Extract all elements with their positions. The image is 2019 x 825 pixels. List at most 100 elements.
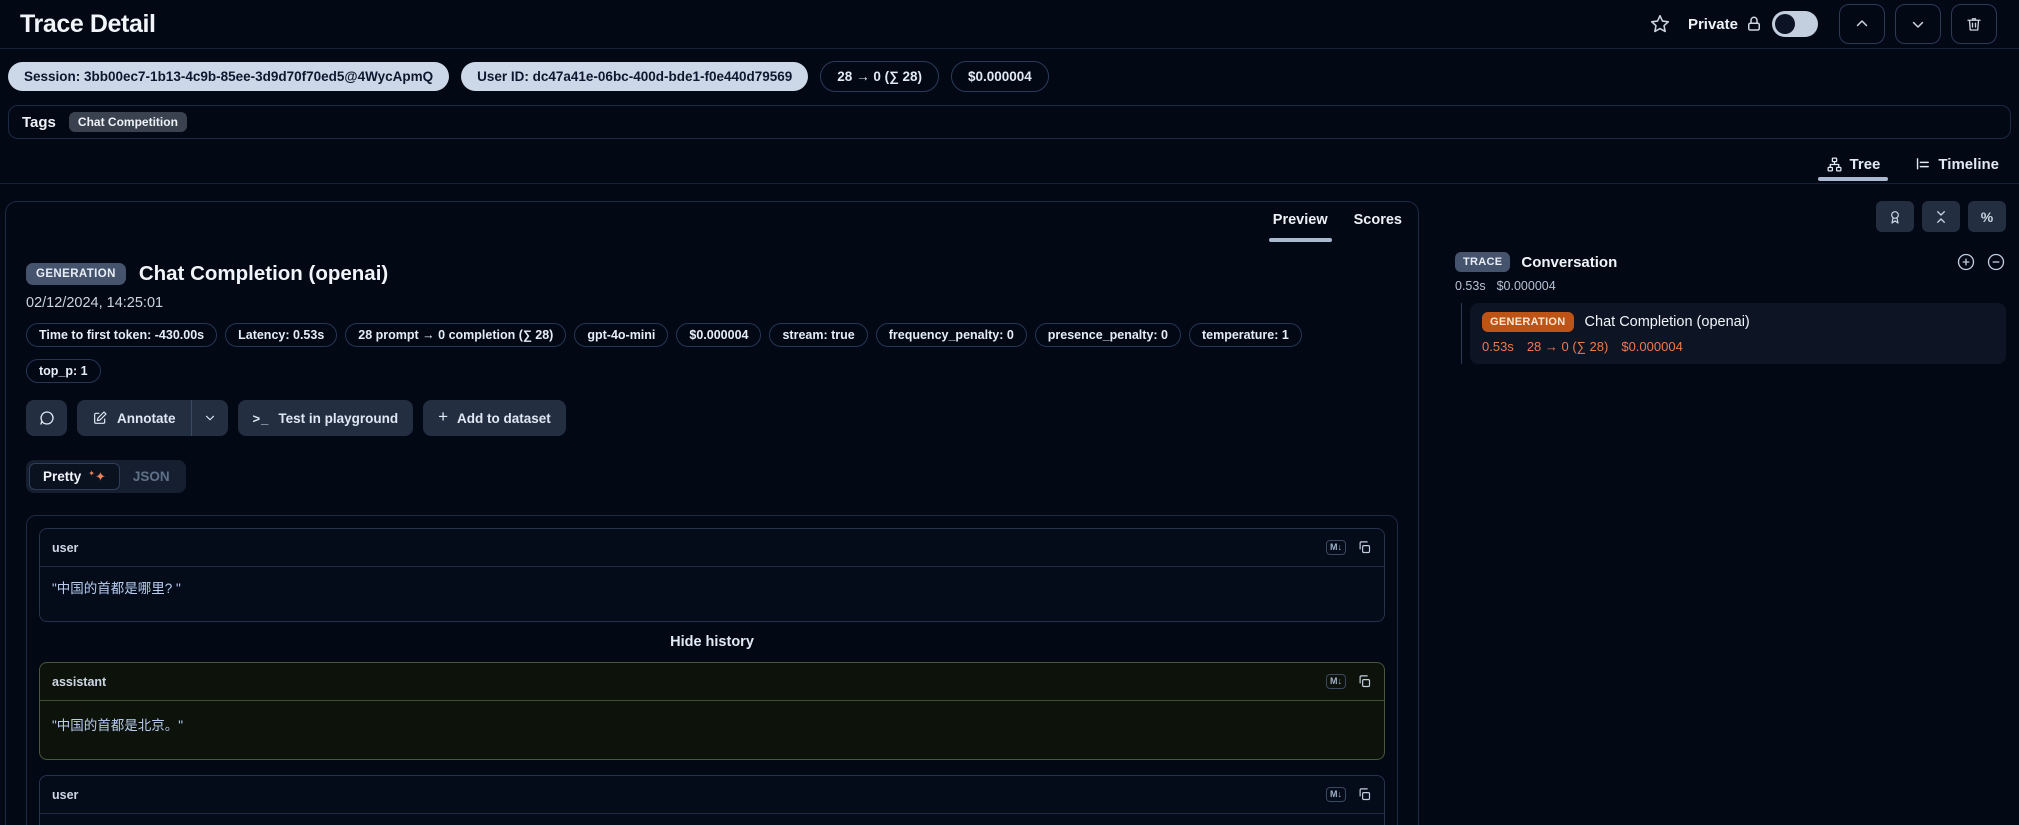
markdown-toggle-icon[interactable]: M↓ xyxy=(1326,540,1346,555)
message-header: assistant M↓ xyxy=(40,663,1384,701)
copy-icon[interactable] xyxy=(1357,674,1372,689)
copy-icon[interactable] xyxy=(1357,540,1372,555)
sparkles-icon: ✦✦ xyxy=(88,470,106,483)
tree-panel-toolbar: % xyxy=(1455,201,2006,232)
messages-container: user M↓ "中国的首都是哪里? " Hide history assist… xyxy=(26,515,1398,825)
message-block-user-2: user M↓ "谢谢" xyxy=(39,775,1385,825)
copy-icon[interactable] xyxy=(1357,787,1372,802)
metric-badge: Time to first token: -430.00s xyxy=(26,323,217,347)
tags-container: Tags Chat Competition xyxy=(8,105,2011,139)
playground-label: Test in playground xyxy=(278,411,398,426)
annotate-button[interactable]: Annotate xyxy=(77,400,191,436)
generation-tree-item[interactable]: GENERATION Chat Completion (openai) 0.53… xyxy=(1470,303,2006,364)
metric-badge: 28 prompt → 0 completion (∑ 28) xyxy=(345,323,566,347)
message-header: user M↓ xyxy=(40,529,1384,567)
metric-badge: presence_penalty: 0 xyxy=(1035,323,1181,347)
lock-icon xyxy=(1745,15,1763,33)
collapse-node-icon[interactable] xyxy=(1986,252,2006,272)
top-bar: Trace Detail Private xyxy=(0,0,2019,48)
page-title: Trace Detail xyxy=(20,10,156,39)
chevron-down-icon xyxy=(203,411,217,425)
tags-label: Tags xyxy=(22,114,56,131)
tab-scores[interactable]: Scores xyxy=(1354,212,1402,244)
annotate-label: Annotate xyxy=(117,411,176,426)
timeline-icon xyxy=(1914,156,1931,173)
collapse-all-button[interactable] xyxy=(1922,201,1960,232)
token-usage-badge: 28 → 0 (∑ 28) xyxy=(820,61,939,92)
scores-toggle-button[interactable] xyxy=(1876,201,1914,232)
message-header: user M↓ xyxy=(40,776,1384,814)
tab-tree[interactable]: Tree xyxy=(1824,148,1883,183)
actions-row: Annotate >_ Test in playground + Add to … xyxy=(26,400,1398,436)
terminal-icon: >_ xyxy=(253,411,270,426)
observation-timestamp: 02/12/2024, 14:25:01 xyxy=(26,295,1398,311)
metrics-toggle-button[interactable]: % xyxy=(1968,201,2006,232)
generation-badge: GENERATION xyxy=(1482,312,1574,332)
privacy-control: Private xyxy=(1688,11,1818,37)
annotate-split-button: Annotate xyxy=(77,400,228,436)
tag-chat-competition[interactable]: Chat Competition xyxy=(69,112,187,132)
message-block-assistant: assistant M↓ "中国的首都是北京。" xyxy=(39,662,1385,760)
delete-trace-button[interactable] xyxy=(1951,4,1997,44)
tab-preview[interactable]: Preview xyxy=(1273,212,1328,244)
previous-trace-button[interactable] xyxy=(1839,4,1885,44)
format-pretty-segment[interactable]: Pretty ✦✦ xyxy=(29,463,120,490)
preview-tabs: Preview Scores xyxy=(6,202,1418,244)
generation-title: Chat Completion (openai) xyxy=(1585,314,1750,330)
user-id-badge[interactable]: User ID: dc47a41e-06bc-400d-bde1-f0e440d… xyxy=(461,62,808,91)
privacy-label: Private xyxy=(1688,16,1738,33)
chevrons-fold-icon xyxy=(1933,209,1949,225)
pretty-label: Pretty xyxy=(43,469,81,484)
metric-badge: Latency: 0.53s xyxy=(225,323,337,347)
metric-badge: gpt-4o-mini xyxy=(574,323,668,347)
message-role: assistant xyxy=(52,675,106,689)
trace-metrics: 0.53s $0.000004 xyxy=(1455,279,2006,293)
message-role: user xyxy=(52,541,78,555)
format-toggle: Pretty ✦✦ JSON xyxy=(26,460,186,493)
trace-root-row[interactable]: TRACE Conversation xyxy=(1455,252,2006,272)
test-in-playground-button[interactable]: >_ Test in playground xyxy=(238,400,414,436)
metric-badges-row-2: top_p: 1 xyxy=(26,359,1398,383)
privacy-toggle[interactable] xyxy=(1772,11,1818,37)
generation-tokens: 28 → 0 (∑ 28) xyxy=(1527,339,1609,354)
message-block-user-1: user M↓ "中国的首都是哪里? " xyxy=(39,528,1385,622)
annotate-dropdown-button[interactable] xyxy=(192,400,228,436)
meta-badges-row: Session: 3bb00ec7-1b13-4c9b-85ee-3d9d70f… xyxy=(0,49,2019,103)
observation-title: Chat Completion (openai) xyxy=(139,262,388,286)
star-icon[interactable] xyxy=(1649,13,1671,35)
generation-cost: $0.000004 xyxy=(1621,339,1682,354)
message-content: "中国的首都是哪里? " xyxy=(40,567,1384,621)
trash-icon xyxy=(1965,15,1983,33)
next-trace-button[interactable] xyxy=(1895,4,1941,44)
trace-title: Conversation xyxy=(1521,254,1617,271)
metric-badge: top_p: 1 xyxy=(26,359,101,383)
chevron-down-icon xyxy=(1909,15,1927,33)
trace-type-badge: TRACE xyxy=(1455,252,1510,272)
hide-history-button[interactable]: Hide history xyxy=(39,622,1385,662)
metric-badge: stream: true xyxy=(769,323,867,347)
trace-tree-panel: % TRACE Conversation 0.53s $0.000004 GEN… xyxy=(1440,201,2019,364)
tree-branch: GENERATION Chat Completion (openai) 0.53… xyxy=(1461,303,2006,364)
view-tabs: Tree Timeline xyxy=(0,148,2019,184)
tree-icon xyxy=(1826,156,1843,173)
metric-badges-row-1: Time to first token: -430.00s Latency: 0… xyxy=(26,323,1398,347)
session-badge[interactable]: Session: 3bb00ec7-1b13-4c9b-85ee-3d9d70f… xyxy=(8,62,449,91)
plus-icon: + xyxy=(438,407,448,427)
metric-badge: frequency_penalty: 0 xyxy=(876,323,1027,347)
annotate-edit-icon xyxy=(92,410,108,426)
add-to-dataset-button[interactable]: + Add to dataset xyxy=(423,400,566,436)
metric-badge: $0.000004 xyxy=(676,323,761,347)
markdown-toggle-icon[interactable]: M↓ xyxy=(1326,674,1346,689)
message-content: "中国的首都是北京。" xyxy=(40,701,1384,759)
comment-icon xyxy=(38,409,56,427)
comments-button[interactable] xyxy=(26,400,67,436)
observation-preview-card: Preview Scores GENERATION Chat Completio… xyxy=(5,201,1419,825)
message-content: "谢谢" xyxy=(40,814,1384,825)
markdown-toggle-icon[interactable]: M↓ xyxy=(1326,787,1346,802)
tab-timeline-label: Timeline xyxy=(1938,156,1999,173)
expand-all-icon[interactable] xyxy=(1956,252,1976,272)
tab-timeline[interactable]: Timeline xyxy=(1912,148,2001,183)
format-json-segment[interactable]: JSON xyxy=(120,464,183,489)
cost-badge: $0.000004 xyxy=(951,61,1049,92)
add-to-dataset-label: Add to dataset xyxy=(457,411,551,426)
